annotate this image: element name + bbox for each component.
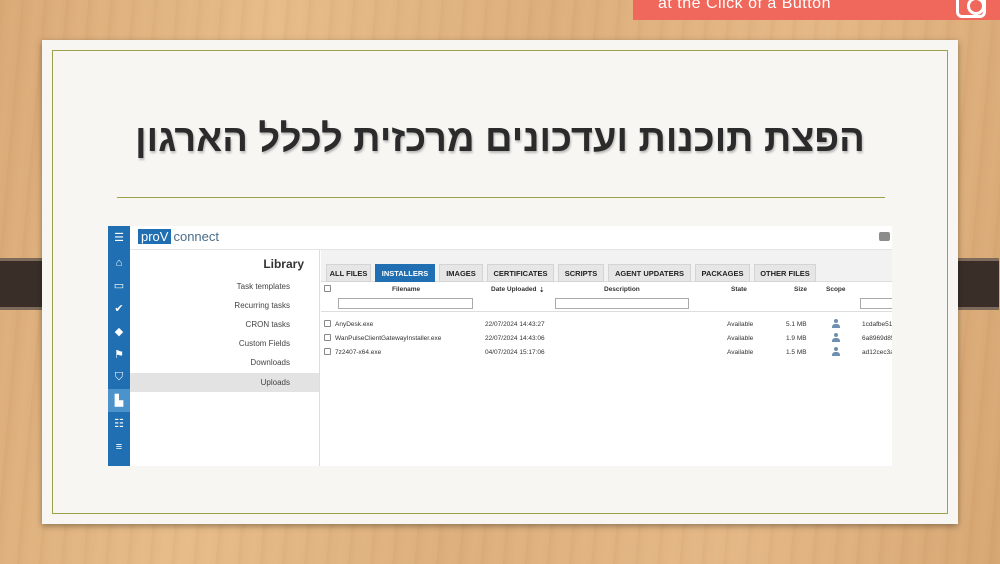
filename-filter-input[interactable] (338, 298, 473, 309)
slide-title: הפצת תוכנות ועדכונים מרכזית לכלל הארגון (135, 118, 865, 160)
tab-certificates[interactable]: CERTIFICATES (487, 264, 554, 282)
search-icon (956, 0, 986, 18)
flag-icon[interactable]: ⚑ (108, 343, 130, 366)
files-content: ALL FILES INSTALLERS IMAGES CERTIFICATES… (321, 250, 892, 466)
extra-filter-input[interactable] (860, 298, 892, 309)
table-header: Filename Date Uploaded ⇣ Description Sta… (321, 283, 892, 295)
row-size: 1.5 MB (786, 349, 807, 356)
table-row[interactable]: 7z2407-x64.exe 04/07/2024 15:17:06 Avail… (321, 346, 892, 360)
row-checkbox[interactable] (324, 348, 331, 355)
col-filename[interactable]: Filename (392, 286, 420, 293)
user-icon[interactable] (832, 333, 840, 342)
chat-icon[interactable] (879, 232, 890, 241)
library-icon[interactable]: ▙ (108, 389, 130, 412)
table-row[interactable]: WanPulseClientGatewayInstaller.exe 22/07… (321, 332, 892, 346)
col-state[interactable]: State (731, 286, 747, 293)
tab-agent-updaters[interactable]: AGENT UPDATERS (608, 264, 691, 282)
logo-text: connect (173, 229, 220, 244)
tab-installers[interactable]: INSTALLERS (375, 264, 435, 282)
tab-all-files[interactable]: ALL FILES (326, 264, 371, 282)
user-icon[interactable] (832, 319, 840, 328)
col-size[interactable]: Size (794, 286, 807, 293)
library-panel: Library Task templates Recurring tasks C… (130, 250, 320, 466)
home-icon[interactable]: ⌂ (108, 251, 130, 274)
table-row[interactable]: AnyDesk.exe 22/07/2024 14:43:27 Availabl… (321, 318, 892, 332)
library-item-recurring-tasks[interactable]: Recurring tasks (234, 301, 290, 310)
row-state: Available (727, 349, 754, 356)
database-icon[interactable]: ≡ (108, 435, 130, 458)
tab-packages[interactable]: PACKAGES (695, 264, 750, 282)
app-logo: proV connect (138, 229, 219, 244)
filter-row (321, 296, 892, 312)
row-checkbox[interactable] (324, 334, 331, 341)
col-description[interactable]: Description (604, 286, 640, 293)
row-size: 5.1 MB (786, 321, 807, 328)
banner-text: at the Click of a Button (658, 0, 831, 12)
row-filename: WanPulseClientGatewayInstaller.exe (335, 335, 442, 342)
row-state: Available (727, 321, 754, 328)
tab-other-files[interactable]: OTHER FILES (754, 264, 816, 282)
app-header: proV connect (130, 226, 892, 250)
title-divider (117, 197, 885, 198)
checklist-icon[interactable]: ☷ (108, 412, 130, 435)
description-filter-input[interactable] (555, 298, 689, 309)
slide: הפצת תוכנות ועדכונים מרכזית לכלל הארגון … (42, 40, 958, 524)
row-size: 1.9 MB (786, 335, 807, 342)
select-all-checkbox[interactable] (324, 285, 331, 292)
col-scope[interactable]: Scope (826, 286, 846, 293)
col-date-uploaded[interactable]: Date Uploaded (491, 286, 537, 293)
row-date: 22/07/2024 14:43:27 (485, 321, 545, 328)
check-icon[interactable]: ✔ (108, 297, 130, 320)
tab-images[interactable]: IMAGES (439, 264, 483, 282)
library-item-custom-fields[interactable]: Custom Fields (239, 339, 290, 348)
row-state: Available (727, 335, 754, 342)
library-title: Library (263, 257, 304, 271)
row-checkbox[interactable] (324, 320, 331, 327)
row-hash: 1cdafbe51 (862, 321, 892, 328)
logo-box: proV (138, 229, 172, 244)
row-date: 22/07/2024 14:43:06 (485, 335, 545, 342)
tab-bar: ALL FILES INSTALLERS IMAGES CERTIFICATES… (321, 250, 892, 282)
top-banner: at the Click of a Button (633, 0, 1000, 20)
side-rail: ☰ ⌂ ▭ ✔ ◆ ⚑ ⛉ ▙ ☷ ≡ (108, 226, 130, 466)
row-filename: 7z2407-x64.exe (335, 349, 382, 356)
row-date: 04/07/2024 15:17:06 (485, 349, 545, 356)
diamond-arrow-icon[interactable]: ◆ (108, 320, 130, 343)
library-item-uploads[interactable]: Uploads (130, 373, 319, 392)
library-item-task-templates[interactable]: Task templates (237, 282, 290, 291)
library-item-cron-tasks[interactable]: CRON tasks (246, 320, 290, 329)
row-filename: AnyDesk.exe (335, 321, 374, 328)
tab-scripts[interactable]: SCRIPTS (558, 264, 604, 282)
menu-icon[interactable]: ☰ (108, 226, 130, 249)
app-screenshot: ☰ ⌂ ▭ ✔ ◆ ⚑ ⛉ ▙ ☷ ≡ proV connect Library… (108, 226, 892, 466)
row-hash: 6a8969d85 (862, 335, 892, 342)
user-icon[interactable] (832, 347, 840, 356)
sort-icon[interactable]: ⇣ (539, 286, 544, 294)
shield-icon[interactable]: ⛉ (108, 366, 130, 389)
library-item-downloads[interactable]: Downloads (250, 358, 290, 367)
monitor-icon[interactable]: ▭ (108, 274, 130, 297)
row-hash: ad12cec3a1 (862, 349, 892, 356)
